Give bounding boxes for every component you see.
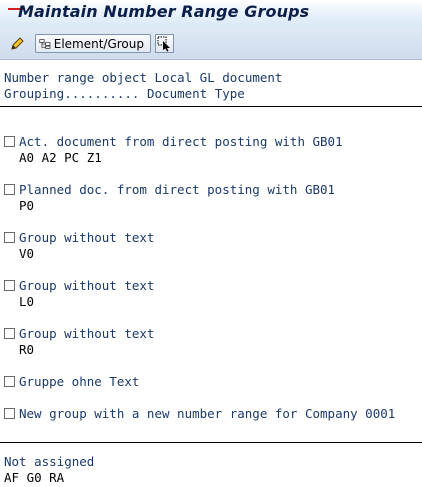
- not-assigned-label: Not assigned: [4, 454, 95, 469]
- not-assigned-elements[interactable]: AF G0 RA: [4, 470, 64, 486]
- group-elements[interactable]: L0: [19, 294, 34, 310]
- group-checkbox[interactable]: [4, 328, 15, 339]
- group-label[interactable]: Group without text: [19, 326, 154, 342]
- group-checkbox[interactable]: [4, 184, 15, 195]
- element-group-label: Element/Group: [53, 36, 144, 51]
- group-label[interactable]: Act. document from direct posting with G…: [19, 134, 343, 150]
- pencil-icon[interactable]: [8, 35, 26, 53]
- select-button[interactable]: [155, 34, 174, 53]
- number-range-object-line: Number range object Local GL document: [4, 70, 283, 85]
- application-toolbar: Element/Group: [0, 28, 422, 60]
- group-checkbox[interactable]: [4, 136, 15, 147]
- group-label[interactable]: Group without text: [19, 230, 154, 246]
- cursor-select-icon: [157, 36, 170, 52]
- group-checkbox[interactable]: [4, 280, 15, 291]
- group-elements[interactable]: R0: [19, 342, 34, 358]
- group-label[interactable]: Gruppe ohne Text: [19, 374, 139, 390]
- group-elements[interactable]: A0 A2 PC Z1: [19, 150, 102, 166]
- page-title: Maintain Number Range Groups: [18, 2, 310, 21]
- not-assigned-divider: [0, 442, 422, 443]
- group-checkbox[interactable]: [4, 376, 15, 387]
- group-label[interactable]: Planned doc. from direct posting with GB…: [19, 182, 335, 198]
- title-bar: Maintain Number Range Groups: [0, 0, 422, 28]
- group-elements[interactable]: V0: [19, 246, 34, 262]
- element-group-button[interactable]: Element/Group: [35, 34, 151, 53]
- header-divider: [0, 106, 422, 107]
- grouping-line: Grouping.......... Document Type: [4, 86, 245, 101]
- group-elements[interactable]: P0: [19, 198, 34, 214]
- group-label[interactable]: Group without text: [19, 278, 154, 294]
- group-label[interactable]: New group with a new number range for Co…: [19, 406, 395, 422]
- group-checkbox[interactable]: [4, 408, 15, 419]
- group-checkbox[interactable]: [4, 232, 15, 243]
- hierarchy-icon: [39, 38, 51, 49]
